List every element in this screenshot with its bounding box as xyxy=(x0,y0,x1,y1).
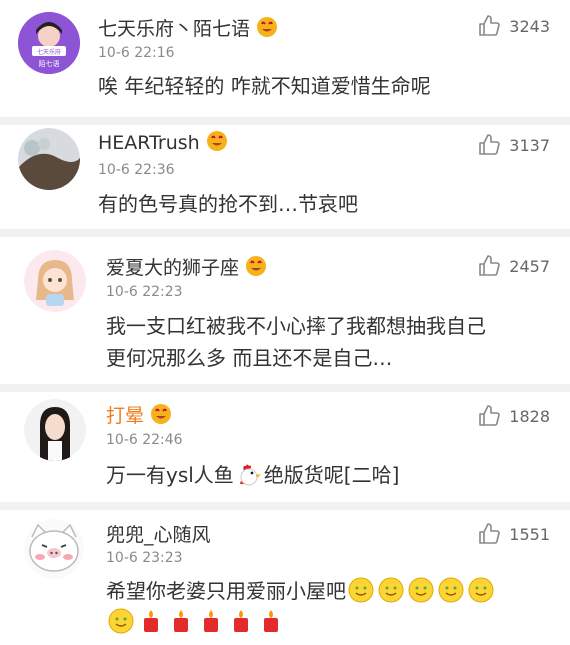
candle-emoji-icon xyxy=(264,610,278,632)
avatar[interactable]: 陌七语 七天乐府 xyxy=(18,12,80,74)
comment-item: 打晕 10-6 22:46 万一有ysl人鱼 绝版货呢[二哈] 1828 xyxy=(0,392,570,502)
comment-text: 唉 年纪轻轻的 咋就不知道爱惜生命呢 xyxy=(98,74,431,98)
avatar-banner: 七天乐府 xyxy=(37,48,61,56)
avatar-caption: 陌七语 xyxy=(39,59,60,68)
like-count: 3243 xyxy=(509,16,550,36)
username-text: 爱夏大的狮子座 xyxy=(106,257,240,279)
like-count: 2457 xyxy=(509,256,550,276)
avatar[interactable] xyxy=(24,399,86,461)
comment-feed: 陌七语 七天乐府 七天乐府丶陌七语 10-6 22:16 唉 年纪轻轻的 咋就不… xyxy=(0,0,570,645)
username-text: 七天乐府丶陌七语 xyxy=(98,18,251,40)
thumbs-up-icon xyxy=(479,405,501,426)
thumbs-up-icon xyxy=(479,523,501,544)
avatar[interactable] xyxy=(24,250,86,312)
comment-username[interactable]: 爱夏大的狮子座 xyxy=(106,253,267,280)
vip-badge-icon xyxy=(206,131,227,151)
thumbs-up-icon xyxy=(479,15,501,36)
rooster-emoji-icon xyxy=(239,464,261,486)
smile-emoji-icon xyxy=(348,577,374,603)
comment-text: 有的色号真的抢不到…节哀吧 xyxy=(98,192,358,216)
like-button[interactable]: 1828 xyxy=(477,404,550,428)
smile-emoji-icon xyxy=(468,577,494,603)
comment-time: 10-6 22:36 xyxy=(98,162,175,178)
like-count: 1551 xyxy=(509,524,550,544)
username-text: 兜兜_心随风 xyxy=(106,524,211,546)
comment-time: 10-6 22:23 xyxy=(106,284,183,300)
divider xyxy=(0,384,570,392)
divider xyxy=(0,502,570,510)
comment-text-main: 希望你老婆只用爱丽小屋吧 xyxy=(106,579,346,603)
like-button[interactable]: 1551 xyxy=(477,522,550,546)
smile-emoji-icon xyxy=(408,577,434,603)
comment-text: 万一有ysl人鱼 绝版货呢[二哈] xyxy=(106,460,399,491)
comment-username[interactable]: 七天乐府丶陌七语 xyxy=(98,14,278,41)
comment-item: 兜兜_心随风 10-6 23:23 希望你老婆只用爱丽小屋吧 1551 xyxy=(0,510,570,645)
username-text: 打晕 xyxy=(106,405,145,427)
candle-emoji-icon xyxy=(204,610,218,632)
avatar[interactable] xyxy=(18,128,80,190)
candle-emoji-icon xyxy=(174,610,188,632)
comment-time: 10-6 22:16 xyxy=(98,45,175,61)
like-count: 3137 xyxy=(509,135,550,155)
avatar[interactable] xyxy=(24,519,84,579)
divider xyxy=(0,229,570,237)
comment-item: 陌七语 七天乐府 七天乐府丶陌七语 10-6 22:16 唉 年纪轻轻的 咋就不… xyxy=(0,0,570,117)
thumbs-up-icon xyxy=(479,134,501,155)
comment-text-part-1: 万一有ysl人鱼 xyxy=(106,463,234,487)
divider xyxy=(0,117,570,125)
like-button[interactable]: 3243 xyxy=(477,14,550,38)
vip-badge-icon xyxy=(246,256,267,276)
like-button[interactable]: 2457 xyxy=(477,254,550,278)
smile-emoji-icon xyxy=(108,608,134,634)
smile-emoji-icon xyxy=(438,577,464,603)
comment-time: 10-6 23:23 xyxy=(106,550,183,566)
vip-badge-icon xyxy=(257,17,278,37)
vip-badge-icon xyxy=(151,404,172,424)
comment-username[interactable]: 打晕 xyxy=(106,401,172,428)
comment-text: 希望你老婆只用爱丽小屋吧 xyxy=(106,576,496,607)
comment-item: HEARTrush 10-6 22:36 有的色号真的抢不到…节哀吧 3137 xyxy=(0,125,570,229)
comment-time: 10-6 22:46 xyxy=(106,432,183,448)
username-text: HEARTrush xyxy=(98,132,200,154)
comment-text-line-2: 更何况那么多 而且还不是自己… xyxy=(106,346,393,370)
comment-username[interactable]: HEARTrush xyxy=(98,130,228,154)
comment-text-line-1: 我一支口红被我不小心摔了我都想抽我自己 xyxy=(106,314,486,338)
candle-emoji-icon xyxy=(144,610,158,632)
like-count: 1828 xyxy=(509,406,550,426)
like-button[interactable]: 3137 xyxy=(477,133,550,157)
thumbs-up-icon xyxy=(479,255,501,276)
comment-username[interactable]: 兜兜_心随风 xyxy=(106,520,211,547)
smile-emoji-icon xyxy=(378,577,404,603)
comment-item: 爱夏大的狮子座 10-6 22:23 我一支口红被我不小心摔了我都想抽我自己 更… xyxy=(0,237,570,384)
candle-emoji-icon xyxy=(234,610,248,632)
comment-emoji-line xyxy=(106,607,286,638)
comment-text-part-2: 绝版货呢[二哈] xyxy=(263,463,400,487)
